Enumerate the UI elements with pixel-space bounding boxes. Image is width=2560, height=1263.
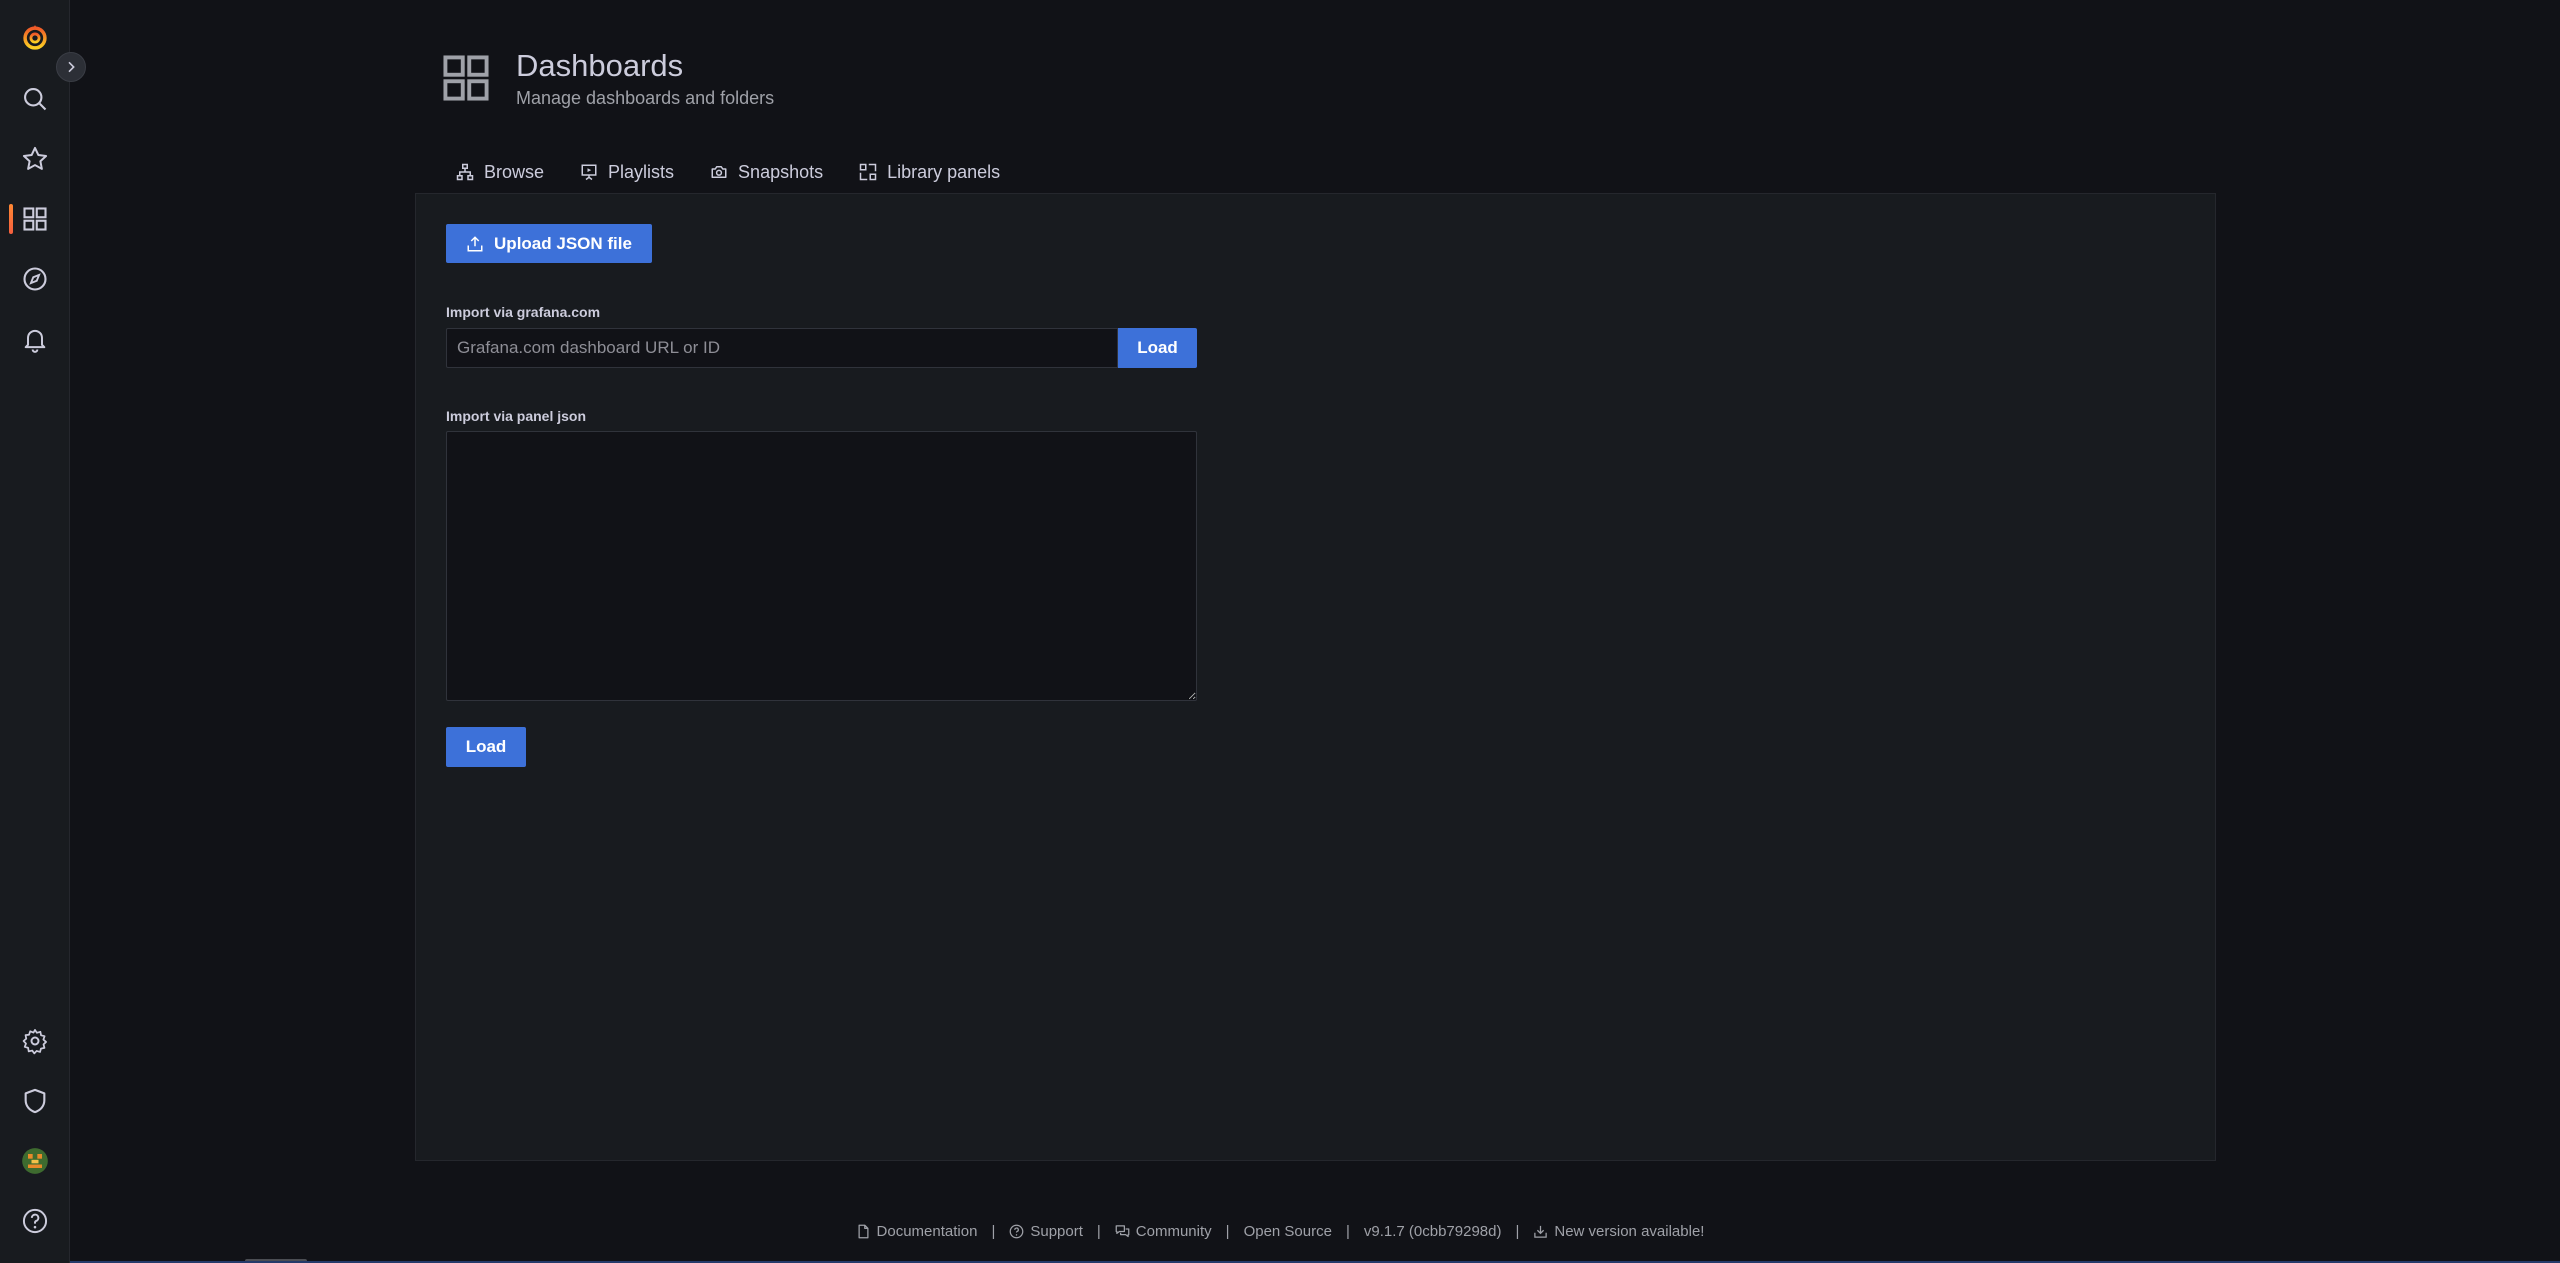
presentation-play-icon: [581, 164, 597, 181]
footer-community-text: Community: [1135, 1222, 1212, 1240]
avatar-svg: [22, 1148, 48, 1174]
dashboards-title-icon: [443, 55, 489, 101]
star-icon[interactable]: [0, 131, 70, 187]
download-icon: [1534, 1225, 1548, 1238]
footer-version-text: v9.1.7 (0cbb79298d): [1363, 1222, 1502, 1240]
footer-support-link[interactable]: Support: [1009, 1223, 1083, 1240]
panel-json-label: Import via panel json: [446, 408, 587, 424]
grafana-load-label: Load: [1137, 338, 1178, 357]
avatar[interactable]: [0, 1133, 70, 1189]
sitemap-icon: [456, 163, 474, 181]
dashboards-icon[interactable]: [0, 191, 70, 247]
gear-icon[interactable]: [0, 1013, 70, 1069]
search-svg: [24, 88, 47, 111]
footer-version: v9.1.7 (0cbb79298d): [1364, 1223, 1502, 1240]
upload-json-button[interactable]: Upload JSON file: [446, 224, 652, 263]
alerting-bell-icon[interactable]: [0, 311, 70, 367]
footer: Documentation | Support | Community | Op…: [0, 1219, 2560, 1243]
shield-svg: [24, 1088, 46, 1114]
dashboards-svg: [23, 207, 47, 231]
tab-browse[interactable]: Browse: [440, 154, 564, 190]
footer-open-source-link[interactable]: Open Source: [1244, 1223, 1332, 1240]
tab-library-panels[interactable]: Library panels: [843, 154, 1020, 190]
tab-bar: Browse Playlists Snapshots Library panel…: [440, 152, 1020, 192]
grafana-load-button[interactable]: Load: [1118, 328, 1197, 368]
upload-json-label: Upload JSON file: [494, 233, 632, 253]
footer-documentation-link[interactable]: Documentation: [856, 1222, 978, 1240]
panel-json-load-button[interactable]: Load: [446, 727, 526, 767]
comments-icon: [1115, 1224, 1130, 1237]
footer-support-text: Support: [1030, 1222, 1083, 1240]
page-header: Dashboards Manage dashboards and folders: [440, 48, 774, 108]
page-title: Dashboards: [516, 47, 684, 83]
tab-playlists[interactable]: Playlists: [564, 154, 694, 190]
library-panel-icon: [859, 163, 877, 181]
footer-separator: |: [1345, 1222, 1350, 1240]
tab-snapshots-label: Snapshots: [738, 161, 824, 182]
footer-community-link[interactable]: Community: [1115, 1223, 1212, 1240]
tab-snapshots[interactable]: Snapshots: [694, 154, 843, 190]
grafana-logo-svg: [23, 25, 47, 50]
document-icon: [858, 1224, 869, 1238]
page-subtitle: Manage dashboards and folders: [516, 87, 775, 108]
footer-separator: |: [991, 1222, 996, 1240]
panel-json-textarea[interactable]: [446, 431, 1197, 701]
panel-json-load-label: Load: [465, 737, 507, 756]
footer-documentation-text: Documentation: [876, 1222, 978, 1240]
explore-compass-icon[interactable]: [0, 251, 70, 307]
side-menu: [0, 0, 86, 1263]
camera-icon: [711, 166, 727, 178]
footer-open-source-text: Open Source: [1243, 1222, 1332, 1240]
question-circle-icon: [1009, 1224, 1024, 1238]
shield-icon[interactable]: [0, 1073, 70, 1129]
footer-new-version-link[interactable]: New version available!: [1533, 1223, 1704, 1240]
bell-svg: [24, 329, 46, 353]
footer-separator: |: [1225, 1222, 1230, 1240]
title-block: Dashboards Manage dashboards and folders: [516, 48, 774, 109]
star-svg: [22, 146, 48, 170]
footer-separator: |: [1096, 1222, 1101, 1240]
footer-separator: |: [1515, 1222, 1520, 1240]
grafana-import-label: Import via grafana.com: [446, 304, 601, 320]
tab-browse-label: Browse: [484, 161, 545, 182]
compass-svg: [23, 267, 47, 291]
grafana-url-input[interactable]: [446, 328, 1118, 368]
tab-playlists-label: Playlists: [608, 161, 675, 182]
tab-library-panels-label: Library panels: [887, 161, 1001, 182]
footer-new-version-text: New version available!: [1554, 1222, 1705, 1240]
gear-svg: [22, 1029, 47, 1055]
upload-icon: [467, 235, 483, 251]
search-icon[interactable]: [0, 71, 70, 127]
